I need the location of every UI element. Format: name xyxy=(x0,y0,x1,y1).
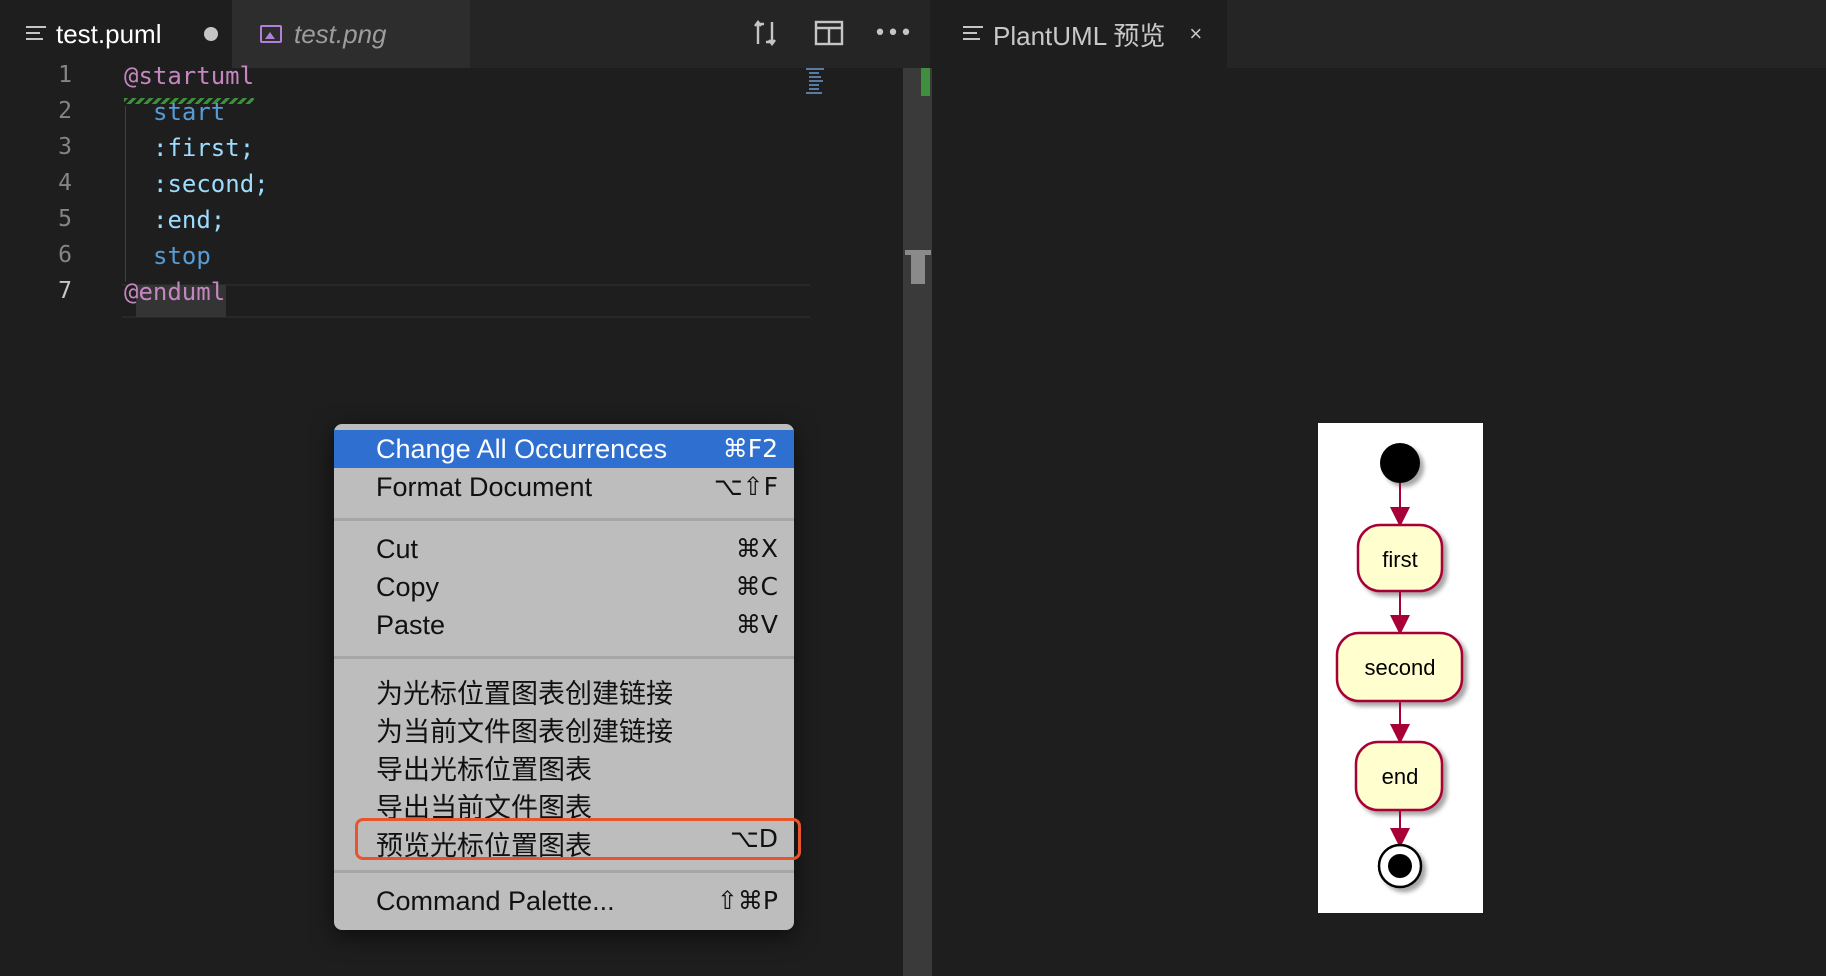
tab-label: test.puml xyxy=(56,18,162,49)
stop-node-inner xyxy=(1388,854,1412,878)
menu-item-copy[interactable]: Copy ⌘C xyxy=(334,568,794,606)
lines-icon xyxy=(963,26,983,42)
menu-item-paste[interactable]: Paste ⌘V xyxy=(334,606,794,644)
code-line[interactable]: stop xyxy=(153,242,211,270)
split-editor-icon xyxy=(814,20,844,46)
right-tab-bar: PlantUML 预览 × xyxy=(933,0,1826,68)
menu-item-link-file-diagrams[interactable]: 为当前文件图表创建链接 xyxy=(334,706,794,747)
line-number: 1 xyxy=(58,62,72,88)
menu-separator xyxy=(334,656,794,659)
more-actions-icon: ••• xyxy=(873,20,913,46)
code-line[interactable]: start xyxy=(153,98,225,126)
code-line[interactable]: :first; xyxy=(153,134,254,162)
highlight-annotation-box xyxy=(355,818,801,860)
line-number: 6 xyxy=(58,242,72,268)
menu-separator xyxy=(334,870,794,873)
tab-label: PlantUML 预览 xyxy=(993,20,1166,51)
image-icon xyxy=(260,25,282,43)
scrollbar-thumb[interactable] xyxy=(905,250,931,284)
code-line[interactable]: @enduml xyxy=(124,278,225,306)
tab-test-png[interactable]: test.png xyxy=(232,0,470,68)
code-line[interactable]: :second; xyxy=(153,170,269,198)
menu-item-export-cursor-diagram[interactable]: 导出光标位置图表 xyxy=(334,744,794,785)
menu-separator xyxy=(334,518,794,521)
tab-test-puml[interactable]: test.puml xyxy=(0,0,232,68)
more-actions-button[interactable]: ••• xyxy=(873,16,913,50)
activity-label: second xyxy=(1365,655,1436,680)
menu-item-cut[interactable]: Cut ⌘X xyxy=(334,530,794,568)
open-changes-icon xyxy=(754,20,776,46)
editor-scrollbar[interactable] xyxy=(903,68,932,976)
left-tab-bar: test.puml test.png ••• xyxy=(0,0,930,68)
menu-item-link-cursor-diagram[interactable]: 为光标位置图表创建链接 xyxy=(334,668,794,709)
menu-item-command-palette[interactable]: Command Palette... ⇧⌘P xyxy=(334,882,794,920)
activity-label: first xyxy=(1382,547,1417,572)
scrollbar-change-marker xyxy=(921,68,930,96)
code-line[interactable]: @startuml xyxy=(124,62,254,90)
split-editor-button[interactable] xyxy=(812,16,846,50)
open-changes-button[interactable] xyxy=(748,16,782,50)
tab-label: test.png xyxy=(294,18,387,49)
lines-icon xyxy=(26,26,46,42)
line-number: 4 xyxy=(58,170,72,196)
line-number: 2 xyxy=(58,98,72,124)
close-icon[interactable]: × xyxy=(1189,21,1202,47)
line-number: 7 xyxy=(58,278,72,304)
tab-plantuml-preview[interactable]: PlantUML 预览 × xyxy=(933,0,1227,68)
menu-item-export-file-diagrams[interactable]: 导出当前文件图表 xyxy=(334,782,794,823)
minimap[interactable] xyxy=(806,68,828,98)
unsaved-dot-icon[interactable] xyxy=(204,27,218,41)
menu-item-change-all-occurrences[interactable]: Change All Occurrences ⌘F2 xyxy=(334,430,794,468)
indent-guide xyxy=(125,106,126,282)
activity-diagram: first second end xyxy=(1318,423,1483,913)
line-number: 5 xyxy=(58,206,72,232)
menu-item-format-document[interactable]: Format Document ⌥⇧F xyxy=(334,468,794,506)
line-number: 3 xyxy=(58,134,72,160)
plantuml-preview-pane: first second end xyxy=(933,68,1826,976)
code-line[interactable]: :end; xyxy=(153,206,225,234)
start-node xyxy=(1380,443,1420,483)
activity-label: end xyxy=(1382,764,1419,789)
